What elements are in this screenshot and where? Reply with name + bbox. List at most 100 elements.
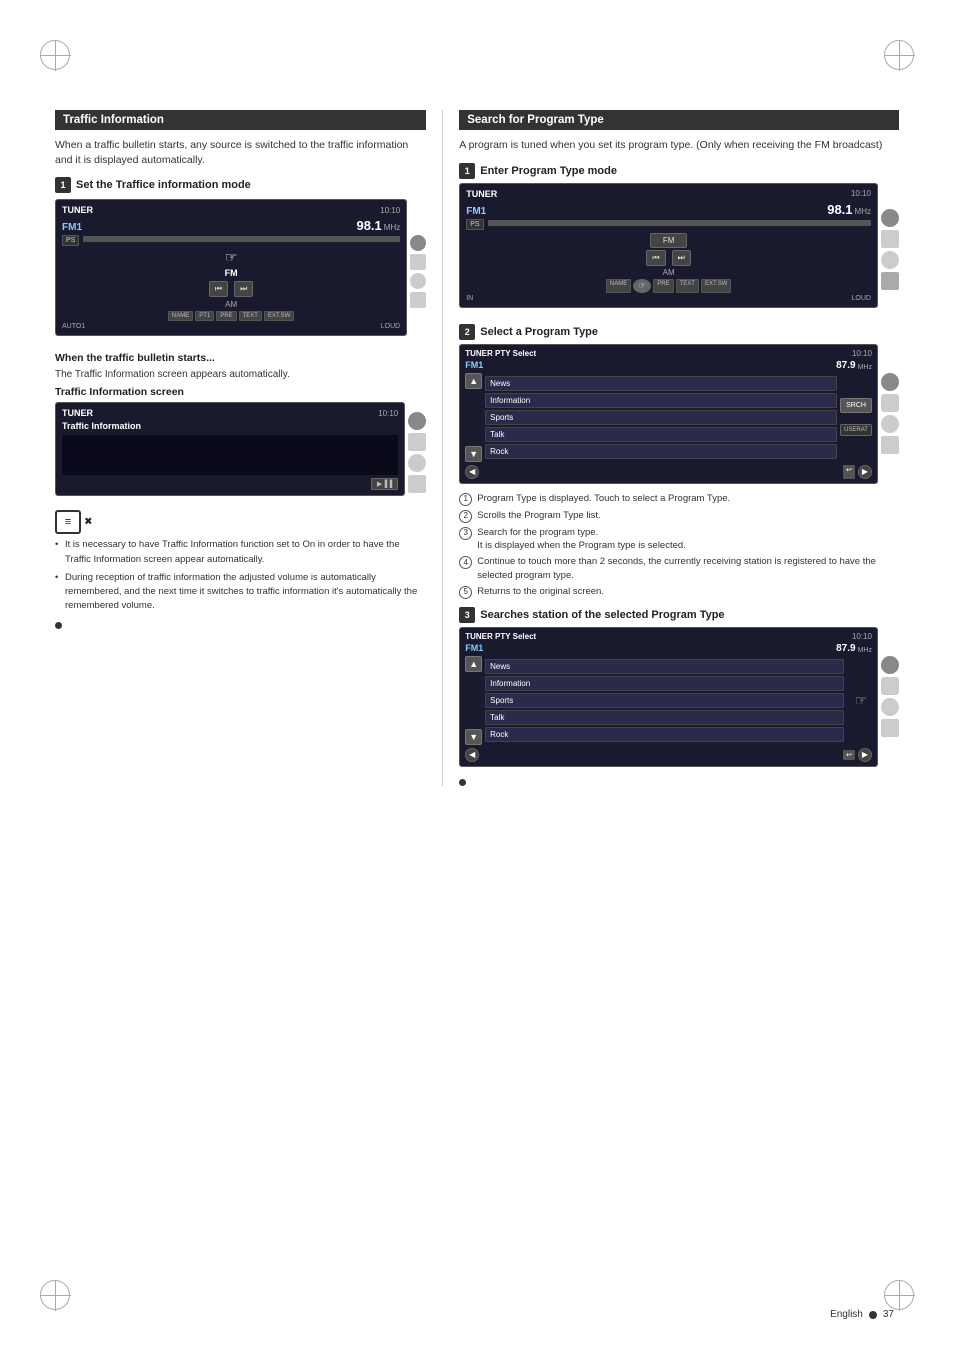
right-tuner1-ps: PS	[466, 219, 483, 230]
traffic-side-icons	[408, 402, 426, 502]
pty-item-info-1[interactable]: Information	[485, 393, 837, 408]
pty-freq-2: 87.9	[836, 643, 855, 654]
annot-2: 2 Scrolls the Program Type list.	[459, 509, 899, 523]
right-step3-screen-wrap: TUNER PTY Select 10:10 FM1 87.9 MHz	[459, 627, 899, 767]
pty-circle-btn-3[interactable]: ◀	[465, 748, 479, 762]
page-content: Traffic Information When a traffic bulle…	[55, 110, 899, 1270]
right-ext-btn[interactable]: EXT.SW	[701, 279, 731, 293]
left-cursor-icon: ☞	[225, 249, 238, 266]
pty-up-btn-2[interactable]: ▲	[465, 656, 482, 672]
left-name-btn[interactable]: NAME	[168, 311, 193, 321]
pty-time-2: 10:10	[852, 632, 872, 641]
right-skip-fwd[interactable]: ⏭	[672, 250, 691, 266]
page-footer: English 37	[830, 1309, 894, 1320]
left-tuner-band: FM1	[62, 222, 82, 233]
right-skip-back[interactable]: ⏮	[646, 250, 665, 266]
right-pre-btn[interactable]: PRE	[653, 279, 673, 293]
pty-item-news-1[interactable]: News	[485, 376, 837, 391]
annot-3: 3 Search for the program type.It is disp…	[459, 526, 899, 553]
left-step1-header: 1 Set the Traffice information mode	[55, 177, 426, 193]
pty-circle-btn-4[interactable]: ▶	[858, 748, 872, 762]
left-intro-text: When a traffic bulletin starts, any sour…	[55, 138, 426, 167]
pty-list-1: News Information Sports Talk Rock	[485, 376, 837, 459]
left-fm-label: FM	[62, 268, 400, 278]
right-column: Search for Program Type A program is tun…	[443, 110, 899, 786]
annot-text-5: Returns to the original screen.	[477, 585, 604, 599]
right-text-btn[interactable]: TEXT	[676, 279, 699, 293]
right-in-label: IN	[466, 295, 473, 302]
bulletin-subtitle: When the traffic bulletin starts...	[55, 352, 426, 364]
left-am-label: AM	[62, 300, 400, 309]
right-step3-icon-3	[881, 698, 899, 716]
note-subscript: ✖	[84, 517, 92, 528]
right-step2-icon-2	[881, 394, 899, 412]
pty-circle-btn-1[interactable]: ◀	[465, 465, 479, 479]
pty-item-talk-1[interactable]: Talk	[485, 427, 837, 442]
pty-up-btn-1[interactable]: ▲	[465, 373, 482, 389]
pty-item-sports-2[interactable]: Sports	[485, 693, 844, 708]
pty-back-btn-1[interactable]: ↩	[843, 465, 855, 479]
traffic-icon-3	[408, 454, 426, 472]
left-tuner-unit: MHz	[384, 223, 400, 232]
pty-screen-2: TUNER PTY Select 10:10 FM1 87.9 MHz	[459, 627, 878, 767]
footer-page-number: 37	[883, 1309, 894, 1320]
annot-text-2: Scrolls the Program Type list.	[477, 509, 600, 523]
left-icon-4	[410, 292, 426, 308]
right-step2-screen-wrap: TUNER PTY Select 10:10 FM1 87.9 MHz	[459, 344, 899, 484]
pty-circle-btn-2[interactable]: ▶	[858, 465, 872, 479]
right-tuner-screen-1: TUNER 10:10 FM1 98.1 MHz PS	[459, 183, 878, 308]
pty-userat-btn[interactable]: USERAT	[840, 424, 872, 436]
left-text-btn[interactable]: TEXT	[239, 311, 262, 321]
left-skip-back[interactable]: ⏮	[209, 281, 228, 297]
right-am-label: AM	[466, 268, 871, 277]
pty-item-rock-1[interactable]: Rock	[485, 444, 837, 459]
left-pre-btn[interactable]: PRE	[216, 311, 236, 321]
pty-item-talk-2[interactable]: Talk	[485, 710, 844, 725]
right-step3-num: 3	[459, 607, 475, 623]
left-pt1-btn[interactable]: PT1	[195, 311, 214, 321]
annot-num-4: 4	[459, 556, 472, 569]
right-step1-title: Enter Program Type mode	[480, 165, 617, 177]
annot-text-3: Search for the program type.It is displa…	[477, 526, 686, 553]
right-step1-num: 1	[459, 163, 475, 179]
traffic-tuner-label: TUNER	[62, 408, 93, 418]
pty-back-btn-2[interactable]: ↩	[843, 750, 855, 760]
pty-unit-2: MHz	[858, 647, 872, 654]
left-bullet	[55, 622, 62, 629]
right-name-btn[interactable]: NAME	[606, 279, 631, 293]
traffic-main-screen: TUNER 10:10 Traffic Information ▶▐▐	[55, 402, 405, 502]
right-step1-header-wrap: 1 Enter Program Type mode	[459, 163, 899, 179]
left-skip-fwd[interactable]: ⏭	[234, 281, 253, 297]
reg-mark-br	[884, 1280, 914, 1310]
right-fm-btn[interactable]: FM	[650, 233, 688, 248]
right-step1-icon-3	[881, 251, 899, 269]
pty-item-rock-2[interactable]: Rock	[485, 727, 844, 742]
right-step2-side-icons	[881, 344, 899, 484]
left-tuner-freq: 98.1	[356, 218, 381, 233]
left-ext-btn[interactable]: EXT.SW	[264, 311, 294, 321]
pty-nav-arrows-2: ▲ ▼	[465, 656, 482, 745]
pty-srch-btn[interactable]: SRCH	[840, 398, 872, 413]
reg-mark-bl	[40, 1280, 70, 1310]
note-item-1: It is necessary to have Traffic Informat…	[55, 538, 426, 567]
reg-mark-tl	[40, 40, 70, 70]
annot-num-3: 3	[459, 527, 472, 540]
pty-nav-arrows: ▲ ▼	[465, 373, 482, 462]
pty-item-sports-1[interactable]: Sports	[485, 410, 837, 425]
pty-down-btn-1[interactable]: ▼	[465, 446, 482, 462]
right-step1-screen-wrap: TUNER 10:10 FM1 98.1 MHz PS	[459, 183, 899, 316]
pty-item-info-2[interactable]: Information	[485, 676, 844, 691]
reg-mark-tr	[884, 40, 914, 70]
traffic-icon-4	[408, 475, 426, 493]
traffic-bottom-btn[interactable]: ▶▐▐	[371, 478, 398, 490]
right-step2-screen: TUNER PTY Select 10:10 FM1 87.9 MHz	[459, 344, 878, 484]
pty-down-btn-2[interactable]: ▼	[465, 729, 482, 745]
pty-spacer	[840, 416, 845, 421]
pty-freq-1: 87.9	[836, 360, 855, 371]
right-step3-icon-2	[881, 677, 899, 695]
right-step1-icon-1	[881, 209, 899, 227]
pty-item-news-2[interactable]: News	[485, 659, 844, 674]
right-cursor-icon: ☞	[633, 279, 651, 293]
pty-screen-1: TUNER PTY Select 10:10 FM1 87.9 MHz	[459, 344, 878, 484]
right-step1-side-icons	[881, 183, 899, 316]
